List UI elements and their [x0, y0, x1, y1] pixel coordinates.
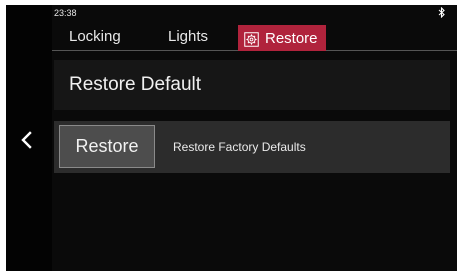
tab-restore[interactable]: Restore	[238, 25, 326, 51]
chevron-left-icon	[21, 131, 32, 149]
infotainment-screen: 23:38 Locking Lights Restore Restore Def…	[6, 5, 457, 271]
section-header: Restore Default	[54, 60, 450, 110]
status-time: 23:38	[54, 8, 77, 18]
tab-lights[interactable]: Lights	[168, 22, 208, 51]
tab-locking-label: Locking	[69, 28, 121, 45]
tab-locking[interactable]: Locking	[69, 22, 121, 51]
tab-bar: Locking Lights Restore	[52, 22, 457, 51]
section-title: Restore Default	[69, 74, 202, 95]
restore-gear-icon	[244, 32, 259, 47]
tab-lights-label: Lights	[168, 28, 209, 45]
back-button[interactable]	[12, 125, 42, 155]
restore-row: Restore Restore Factory Defaults	[54, 121, 450, 173]
restore-description: Restore Factory Defaults	[173, 140, 306, 154]
left-rail	[6, 5, 52, 271]
bluetooth-icon	[438, 7, 445, 18]
restore-button[interactable]: Restore	[59, 125, 155, 168]
tab-restore-label: Restore	[265, 29, 318, 47]
